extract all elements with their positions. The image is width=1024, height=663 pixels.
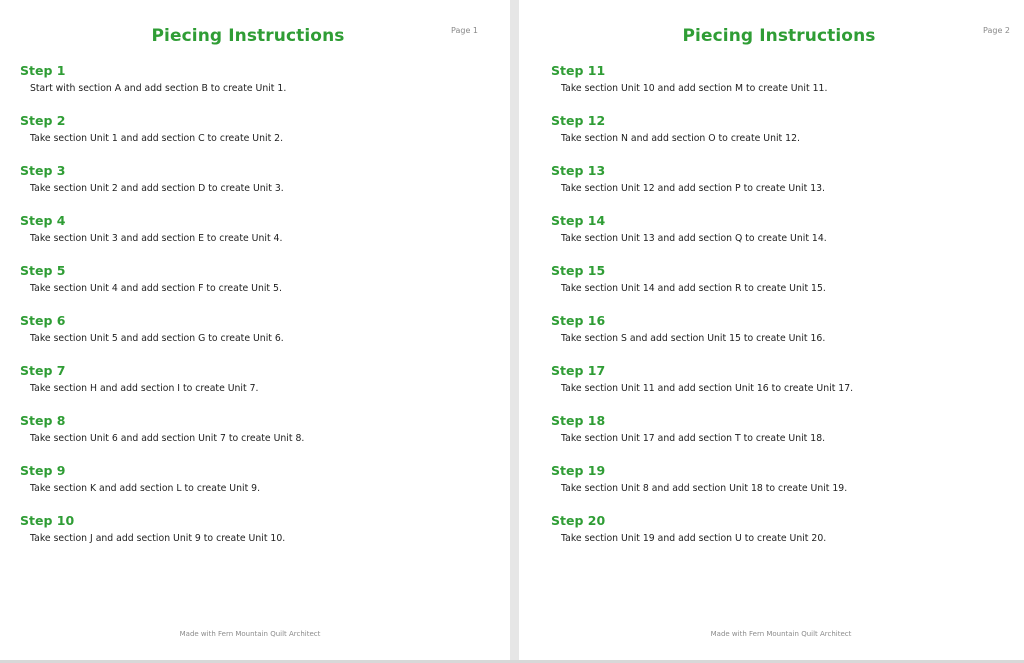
step-title: Step 17 <box>551 363 606 378</box>
step-instruction: Take section Unit 13 and add section Q t… <box>561 233 827 244</box>
page-footer: Made with Fern Mountain Quilt Architect <box>710 630 852 638</box>
step-item: Step 11 Take section Unit 10 and add sec… <box>551 63 1004 113</box>
page-2: Piecing Instructions Page 2 Step 11 Take… <box>519 0 1024 660</box>
step-instruction: Take section Unit 3 and add section E to… <box>30 233 283 244</box>
step-item: Step 14 Take section Unit 13 and add sec… <box>551 213 1004 263</box>
step-item: Step 7 Take section H and add section I … <box>20 363 490 413</box>
page-title: Piecing Instructions <box>151 26 345 46</box>
step-item: Step 8 Take section Unit 6 and add secti… <box>20 413 490 463</box>
step-instruction: Take section Unit 17 and add section T t… <box>561 433 826 444</box>
step-item: Step 20 Take section Unit 19 and add sec… <box>551 513 1004 563</box>
step-title: Step 9 <box>20 463 66 478</box>
step-instruction: Take section J and add section Unit 9 to… <box>30 533 286 544</box>
step-title: Step 15 <box>551 263 606 278</box>
step-item: Step 2 Take section Unit 1 and add secti… <box>20 113 490 163</box>
step-instruction: Take section Unit 5 and add section G to… <box>30 333 284 344</box>
step-item: Step 5 Take section Unit 4 and add secti… <box>20 263 490 313</box>
document-viewer[interactable]: Piecing Instructions Page 1 Step 1 Start… <box>0 0 1024 663</box>
step-title: Step 14 <box>551 213 606 228</box>
step-instruction: Take section Unit 2 and add section D to… <box>30 183 284 194</box>
step-instruction: Take section Unit 19 and add section U t… <box>561 533 827 544</box>
step-instruction: Take section Unit 8 and add section Unit… <box>561 483 848 494</box>
step-title: Step 3 <box>20 163 66 178</box>
step-instruction: Take section Unit 12 and add section P t… <box>561 183 825 194</box>
page-1: Piecing Instructions Page 1 Step 1 Start… <box>0 0 510 660</box>
step-title: Step 10 <box>20 513 75 528</box>
step-item: Step 3 Take section Unit 2 and add secti… <box>20 163 490 213</box>
step-item: Step 4 Take section Unit 3 and add secti… <box>20 213 490 263</box>
step-instruction: Take section Unit 14 and add section R t… <box>561 283 826 294</box>
page-number: Page 1 <box>451 26 478 35</box>
step-title: Step 4 <box>20 213 66 228</box>
step-title: Step 20 <box>551 513 606 528</box>
step-title: Step 18 <box>551 413 606 428</box>
step-item: Step 15 Take section Unit 14 and add sec… <box>551 263 1004 313</box>
step-instruction: Take section K and add section L to crea… <box>30 483 261 494</box>
step-instruction: Take section Unit 11 and add section Uni… <box>561 383 854 394</box>
step-instruction: Take section Unit 4 and add section F to… <box>30 283 282 294</box>
step-item: Step 16 Take section S and add section U… <box>551 313 1004 363</box>
page-number: Page 2 <box>983 26 1010 35</box>
step-title: Step 11 <box>551 63 606 78</box>
step-title: Step 7 <box>20 363 66 378</box>
step-item: Step 10 Take section J and add section U… <box>20 513 490 563</box>
step-title: Step 19 <box>551 463 606 478</box>
step-instruction: Take section N and add section O to crea… <box>561 133 800 144</box>
step-title: Step 13 <box>551 163 606 178</box>
step-item: Step 18 Take section Unit 17 and add sec… <box>551 413 1004 463</box>
step-item: Step 9 Take section K and add section L … <box>20 463 490 513</box>
step-item: Step 13 Take section Unit 12 and add sec… <box>551 163 1004 213</box>
step-item: Step 6 Take section Unit 5 and add secti… <box>20 313 490 363</box>
step-instruction: Take section H and add section I to crea… <box>30 383 259 394</box>
step-title: Step 1 <box>20 63 66 78</box>
step-item: Step 19 Take section Unit 8 and add sect… <box>551 463 1004 513</box>
step-title: Step 12 <box>551 113 606 128</box>
step-item: Step 17 Take section Unit 11 and add sec… <box>551 363 1004 413</box>
step-instruction: Start with section A and add section B t… <box>30 83 287 94</box>
step-title: Step 8 <box>20 413 66 428</box>
page-footer: Made with Fern Mountain Quilt Architect <box>179 630 321 638</box>
step-list: Step 1 Start with section A and add sect… <box>20 63 490 563</box>
step-title: Step 6 <box>20 313 66 328</box>
step-instruction: Take section Unit 10 and add section M t… <box>561 83 828 94</box>
step-list: Step 11 Take section Unit 10 and add sec… <box>551 63 1004 563</box>
page-title: Piecing Instructions <box>682 26 876 46</box>
step-item: Step 1 Start with section A and add sect… <box>20 63 490 113</box>
step-title: Step 16 <box>551 313 606 328</box>
step-instruction: Take section S and add section Unit 15 t… <box>561 333 826 344</box>
step-item: Step 12 Take section N and add section O… <box>551 113 1004 163</box>
step-instruction: Take section Unit 1 and add section C to… <box>30 133 284 144</box>
step-title: Step 2 <box>20 113 66 128</box>
step-instruction: Take section Unit 6 and add section Unit… <box>30 433 305 444</box>
step-title: Step 5 <box>20 263 66 278</box>
